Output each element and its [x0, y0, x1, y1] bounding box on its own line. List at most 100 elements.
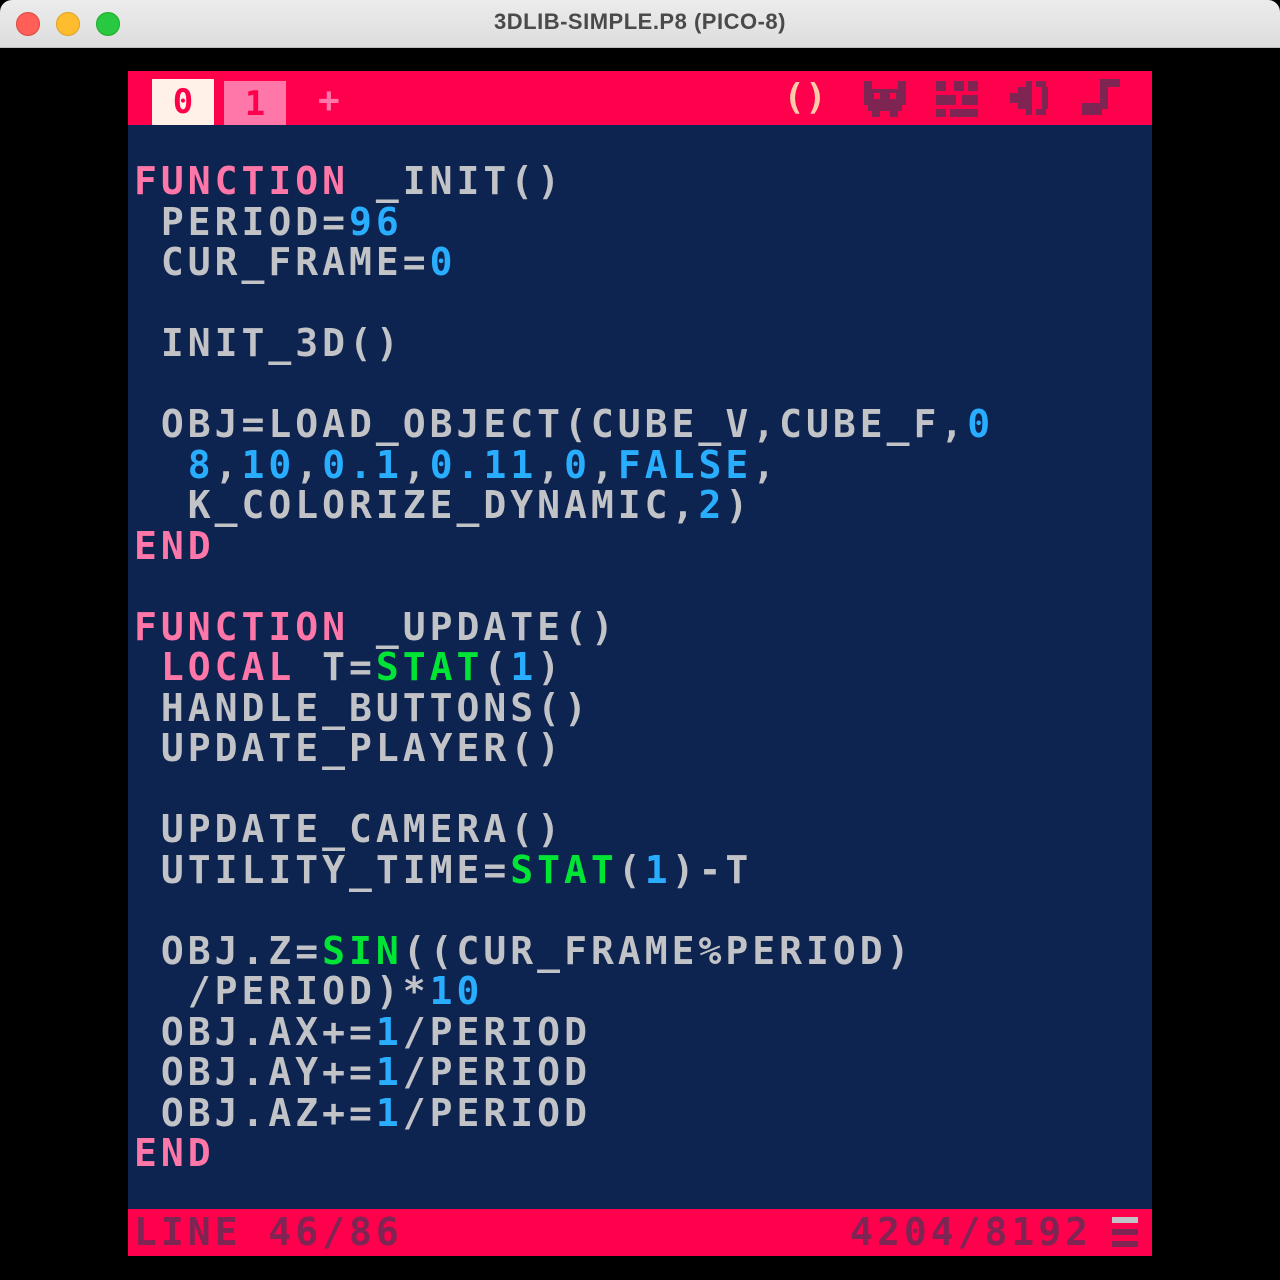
code-token-num: 10	[429, 969, 484, 1013]
code-token-id: )	[537, 645, 565, 689]
code-line[interactable]: OBJ.AZ+=1/PERIOD	[134, 1090, 994, 1135]
code-token-id: /PERIOD	[402, 1009, 591, 1054]
code-editor-icon[interactable]: ()	[782, 77, 828, 119]
code-token-id: OBJ.AZ+=	[134, 1090, 376, 1135]
code-token-num: 1	[510, 645, 538, 689]
code-token-kw: FUNCTION	[134, 159, 350, 203]
code-token-fn: SIN	[322, 928, 403, 973]
code-token-num: 1	[644, 847, 672, 892]
code-token-id: )	[725, 483, 753, 527]
code-token-num: 1	[375, 1009, 403, 1054]
code-token-fn: STAT	[510, 847, 618, 892]
code-line[interactable]: FUNCTION _INIT()	[134, 161, 994, 202]
code-token-num: 0	[564, 442, 592, 487]
status-bar: LINE 46/86 4204/8192	[128, 1209, 1152, 1256]
code-tab-0[interactable]: 0	[152, 79, 214, 125]
code-token-id: OBJ.AY+=	[134, 1050, 376, 1094]
app-window: 3DLIB-SIMPLE.P8 (PICO-8) 0 1 + () FUNCTI…	[0, 0, 1280, 1280]
menu-icon[interactable]	[1112, 1215, 1138, 1249]
code-token-id: UPDATE_CAMERA()	[134, 807, 565, 851]
code-token-id: OBJ.Z=	[134, 928, 323, 973]
code-line[interactable]: LOCAL T=STAT(1)	[134, 647, 994, 688]
code-token-num: 1	[375, 1090, 403, 1135]
code-token-num: 96	[349, 199, 403, 244]
code-token-id: ,	[537, 442, 565, 487]
code-line[interactable]	[134, 890, 994, 931]
code-token-id: (	[483, 645, 511, 689]
code-token-id: ,	[295, 442, 323, 487]
code-line[interactable]: PERIOD=96	[134, 199, 994, 244]
code-token-id	[134, 645, 161, 689]
code-token-id: (	[617, 847, 645, 892]
add-tab-button[interactable]: +	[318, 79, 340, 123]
code-token-num: 8	[187, 442, 215, 487]
code-line[interactable]: UPDATE_CAMERA()	[134, 809, 994, 850]
code-token-id: OBJ=LOAD_OBJECT(CUBE_V,CUBE_F,	[134, 402, 968, 446]
code-token-id: /PERIOD	[402, 1090, 591, 1135]
title-bar[interactable]: 3DLIB-SIMPLE.P8 (PICO-8)	[0, 0, 1280, 48]
code-token-id: UTILITY_TIME=	[134, 847, 511, 892]
code-token-id: ,	[752, 442, 780, 487]
code-token-id: _INIT()	[349, 159, 565, 203]
code-tab-1[interactable]: 1	[224, 81, 286, 125]
code-token-num: FALSE	[617, 442, 753, 487]
code-line[interactable]: OBJ.Z=SIN((CUR_FRAME%PERIOD)	[134, 928, 994, 973]
code-token-num: 1	[375, 1050, 403, 1094]
code-token-id: UPDATE_PLAYER()	[134, 726, 565, 770]
sprite-editor-icon[interactable]	[862, 77, 908, 119]
code-token-id: T=	[295, 645, 376, 689]
code-token-num: 10	[241, 442, 296, 487]
code-line[interactable]: FUNCTION _UPDATE()	[134, 604, 994, 649]
code-line[interactable]	[134, 566, 994, 607]
code-line[interactable]: OBJ.AY+=1/PERIOD	[134, 1052, 994, 1093]
code-token-num: 2	[698, 483, 726, 527]
code-token-kw: END	[134, 1131, 215, 1175]
code-token-id: HANDLE_BUTTONS()	[134, 685, 591, 730]
code-line[interactable]: HANDLE_BUTTONS()	[134, 685, 994, 730]
code-line[interactable]: OBJ.AX+=1/PERIOD	[134, 1009, 994, 1054]
window-title: 3DLIB-SIMPLE.P8 (PICO-8)	[494, 9, 786, 34]
code-token-kw: END	[134, 523, 215, 568]
code-token-id: K_COLORIZE_DYNAMIC,	[134, 483, 699, 527]
token-count: 4204/8192	[850, 1210, 1092, 1254]
code-token-id: OBJ.AX+=	[134, 1009, 376, 1054]
code-token-id: _UPDATE()	[349, 604, 618, 649]
sfx-editor-icon[interactable]	[1006, 77, 1052, 119]
code-token-id: ,	[591, 442, 618, 487]
editor-top-bar: 0 1 + ()	[128, 71, 1152, 125]
code-line[interactable]: K_COLORIZE_DYNAMIC,2)	[134, 485, 994, 526]
code-line[interactable]: 8,10,0.1,0.11,0,FALSE,	[134, 442, 994, 487]
music-editor-icon[interactable]	[1078, 77, 1124, 119]
code-token-kw: LOCAL	[160, 645, 296, 689]
code-token-id: INIT_3D()	[134, 321, 403, 365]
code-line[interactable]: END	[134, 523, 994, 568]
code-line[interactable]: END	[134, 1133, 994, 1174]
code-line[interactable]: OBJ=LOAD_OBJECT(CUBE_V,CUBE_F,0	[134, 404, 994, 445]
pico8-code-editor: 0 1 + () FUNCTION _INIT() PERIOD=96 CUR_…	[128, 71, 1152, 1256]
code-token-id: ,	[214, 442, 242, 487]
code-token-num: 0	[429, 240, 457, 284]
code-line[interactable]: INIT_3D()	[134, 323, 994, 364]
code-line[interactable]	[134, 283, 994, 324]
code-token-id	[134, 443, 188, 487]
code-line[interactable]: UPDATE_PLAYER()	[134, 728, 994, 769]
code-token-id: CUR_FRAME=	[134, 240, 430, 284]
code-token-num: 0	[967, 402, 995, 446]
code-token-id: /PERIOD	[402, 1050, 591, 1094]
code-line[interactable]: UTILITY_TIME=STAT(1)-T	[134, 847, 994, 892]
code-token-id: ,	[402, 442, 430, 487]
code-token-num: 0.11	[429, 442, 538, 487]
code-line[interactable]: /PERIOD)*10	[134, 971, 994, 1012]
code-token-num: 0.1	[322, 442, 403, 487]
code-line[interactable]: CUR_FRAME=0	[134, 242, 994, 283]
code-area[interactable]: FUNCTION _INIT() PERIOD=96 CUR_FRAME=0 I…	[134, 161, 994, 1174]
code-token-id: PERIOD=	[134, 199, 350, 244]
code-token-id: /PERIOD)*	[134, 969, 430, 1013]
code-token-fn: STAT	[375, 645, 484, 689]
code-token-id: )-T	[671, 847, 753, 892]
code-line[interactable]	[134, 364, 994, 405]
code-line[interactable]	[134, 769, 994, 810]
line-indicator: LINE 46/86	[134, 1210, 403, 1254]
map-editor-icon[interactable]	[934, 77, 980, 119]
code-token-kw: FUNCTION	[134, 604, 350, 649]
